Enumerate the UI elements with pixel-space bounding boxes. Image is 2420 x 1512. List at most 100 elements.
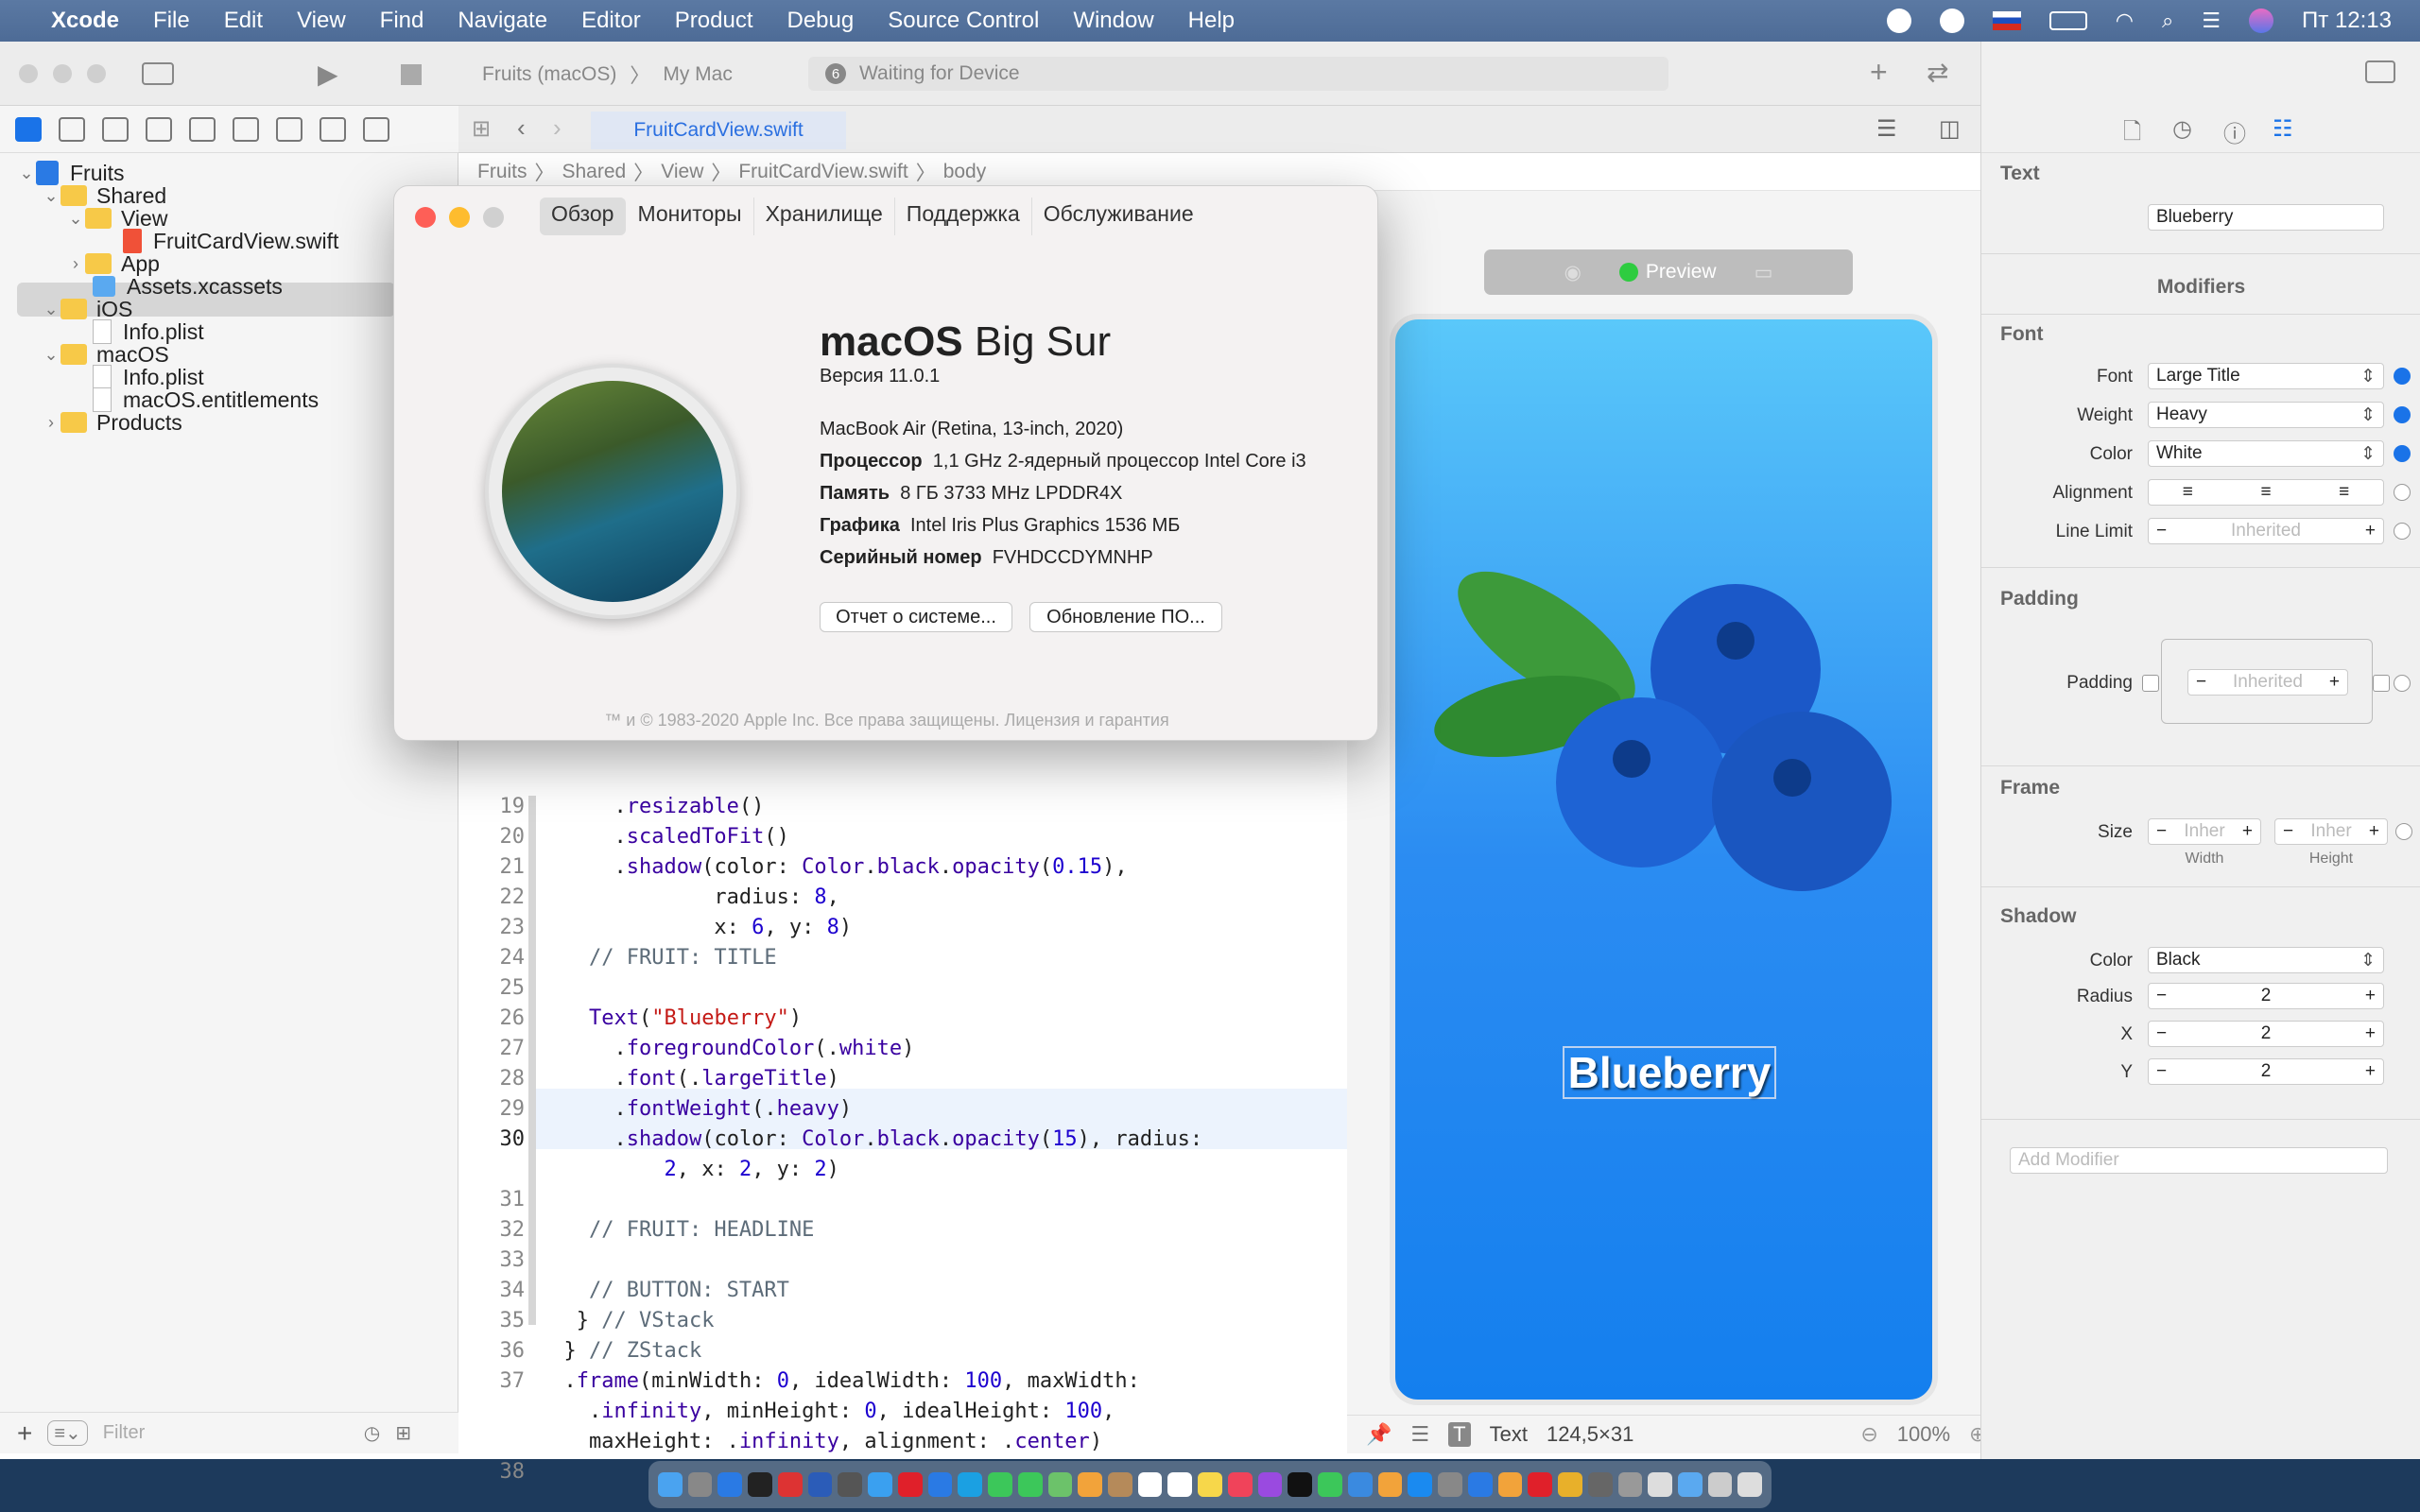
pages-icon[interactable] (1377, 1472, 1403, 1497)
modifier-set-indicator[interactable] (2394, 445, 2411, 462)
tree-item-products[interactable]: › Products (42, 405, 182, 439)
menu-edit[interactable]: Edit (207, 8, 280, 34)
increment-icon[interactable]: + (2369, 821, 2379, 842)
tab-fruitcardview[interactable]: FruitCardView.swift (591, 112, 846, 149)
app-icon[interactable] (1528, 1472, 1553, 1497)
menu-editor[interactable]: Editor (564, 8, 658, 34)
facetime-icon[interactable] (988, 1472, 1012, 1497)
menu-window[interactable]: Window (1056, 8, 1170, 34)
disclosure-open-icon[interactable]: ⌄ (17, 163, 36, 183)
filter-input[interactable]: Filter (103, 1422, 349, 1444)
breadcrumb-item[interactable]: Shared (562, 161, 627, 183)
documents-folder-icon[interactable] (1648, 1472, 1672, 1497)
zoom-out-icon[interactable]: ⊖ (1860, 1422, 1877, 1447)
scheme-selector[interactable]: Fruits (macOS) 〉 My Mac (482, 60, 733, 89)
color-select[interactable]: White ⇕ (2148, 440, 2384, 467)
word-icon[interactable] (807, 1472, 833, 1497)
play-status-icon[interactable] (1939, 9, 1964, 33)
decrement-icon[interactable]: − (2156, 1023, 2167, 1044)
project-navigator-icon[interactable] (15, 116, 42, 142)
app-icon[interactable] (1707, 1472, 1733, 1497)
editor-options-icon[interactable]: ☰ (1876, 115, 1897, 143)
menu-product[interactable]: Product (658, 8, 770, 34)
flag-icon[interactable] (1992, 11, 2021, 30)
status-icon[interactable] (1886, 9, 1911, 33)
modified-files-icon[interactable]: ⊞ (395, 1421, 411, 1445)
app-icon[interactable] (1467, 1472, 1493, 1497)
chrome-icon[interactable] (1558, 1472, 1582, 1497)
menu-help[interactable]: Help (1171, 8, 1252, 34)
app-icon[interactable] (1497, 1472, 1523, 1497)
menu-view[interactable]: View (280, 8, 363, 34)
app-icon[interactable] (1617, 1472, 1643, 1497)
skype-icon[interactable] (958, 1472, 983, 1497)
increment-icon[interactable]: + (2365, 1061, 2376, 1082)
split-editor-icon[interactable]: ◫ (1939, 115, 1961, 143)
inspector-toggle-icon[interactable] (2365, 60, 2395, 83)
app-store-icon[interactable] (1408, 1472, 1433, 1497)
breakpoint-navigator-icon[interactable] (320, 116, 346, 142)
tv-icon[interactable] (1288, 1472, 1313, 1497)
font-select[interactable]: Large Title ⇕ (2148, 363, 2384, 389)
launchpad-icon[interactable] (687, 1472, 713, 1497)
minimize-window-button[interactable] (53, 64, 72, 83)
disclosure-closed-icon[interactable]: › (66, 254, 85, 274)
reminders-icon[interactable] (1167, 1472, 1193, 1497)
terminal-icon[interactable] (748, 1472, 772, 1497)
finder-icon[interactable] (658, 1472, 683, 1497)
software-update-button[interactable]: Обновление ПО... (1029, 602, 1222, 632)
related-items-icon[interactable]: ⊞ (472, 115, 491, 143)
recent-files-icon[interactable]: ◷ (364, 1421, 380, 1445)
source-control-navigator-icon[interactable] (59, 116, 85, 142)
x-stepper[interactable]: − 2 + (2148, 1021, 2384, 1047)
tab-overview[interactable]: Обзор (540, 198, 627, 235)
breadcrumb-item[interactable]: View (661, 161, 703, 183)
history-inspector-icon[interactable]: ◷ (2172, 115, 2192, 143)
radius-stepper[interactable]: − 2 + (2148, 983, 2384, 1009)
disclosure-open-icon[interactable]: ⌄ (66, 209, 85, 229)
file-inspector-icon[interactable]: 🗋 (2123, 115, 2141, 154)
app-icon[interactable] (1587, 1472, 1613, 1497)
filter-icon[interactable]: ≡⌄ (47, 1420, 88, 1446)
sidebar-toggle-icon[interactable] (142, 62, 174, 85)
tab-support[interactable]: Поддержка (895, 198, 1032, 235)
minimize-button[interactable] (449, 207, 470, 228)
disclosure-open-icon[interactable]: ⌄ (42, 300, 60, 319)
calendar-icon[interactable] (1137, 1472, 1163, 1497)
align-right-icon[interactable]: ≡ (2339, 482, 2349, 503)
padding-stepper[interactable]: − Inherited + (2187, 669, 2348, 696)
messages-icon[interactable] (1017, 1472, 1043, 1497)
code-review-icon[interactable]: ⇄ (1927, 57, 1948, 88)
adjust-icon[interactable]: ☰ (1410, 1422, 1429, 1447)
weight-select[interactable]: Heavy ⇕ (2148, 402, 2384, 428)
debug-navigator-icon[interactable] (276, 116, 302, 142)
line-limit-stepper[interactable]: − Inherited + (2148, 518, 2384, 544)
align-left-icon[interactable]: ≡ (2183, 482, 2193, 503)
increment-icon[interactable]: + (2365, 521, 2376, 541)
padding-edge-checkbox[interactable] (2373, 675, 2390, 692)
back-arrow-icon[interactable]: ‹ (517, 113, 526, 143)
downloads-folder-icon[interactable] (1677, 1472, 1703, 1497)
preview-button[interactable]: Preview (1646, 261, 1717, 284)
decrement-icon[interactable]: − (2156, 986, 2167, 1006)
system-report-button[interactable]: Отчет о системе... (820, 602, 1012, 632)
keynote-icon[interactable] (1347, 1472, 1373, 1497)
modifier-unset-indicator[interactable] (2395, 823, 2412, 840)
code-fold-ribbon[interactable] (528, 796, 536, 1325)
height-stepper[interactable]: − Inher + (2274, 818, 2388, 845)
menu-debug[interactable]: Debug (770, 8, 872, 34)
add-modifier-field[interactable]: Add Modifier (2010, 1147, 2388, 1174)
trash-icon[interactable] (1737, 1472, 1763, 1497)
find-navigator-icon[interactable] (146, 116, 172, 142)
alignment-segmented-control[interactable]: ≡ ≡ ≡ (2148, 479, 2384, 506)
report-navigator-icon[interactable] (363, 116, 389, 142)
battery-icon[interactable] (2048, 11, 2087, 30)
stop-button[interactable] (401, 64, 422, 85)
menu-app-name[interactable]: Xcode (34, 8, 136, 34)
notes-icon[interactable] (1198, 1472, 1222, 1497)
test-navigator-icon[interactable] (233, 116, 259, 142)
increment-icon[interactable]: + (2365, 1023, 2376, 1044)
align-center-icon[interactable]: ≡ (2260, 482, 2271, 503)
breadcrumb-item[interactable]: body (943, 161, 987, 183)
app-icon[interactable] (838, 1472, 863, 1497)
